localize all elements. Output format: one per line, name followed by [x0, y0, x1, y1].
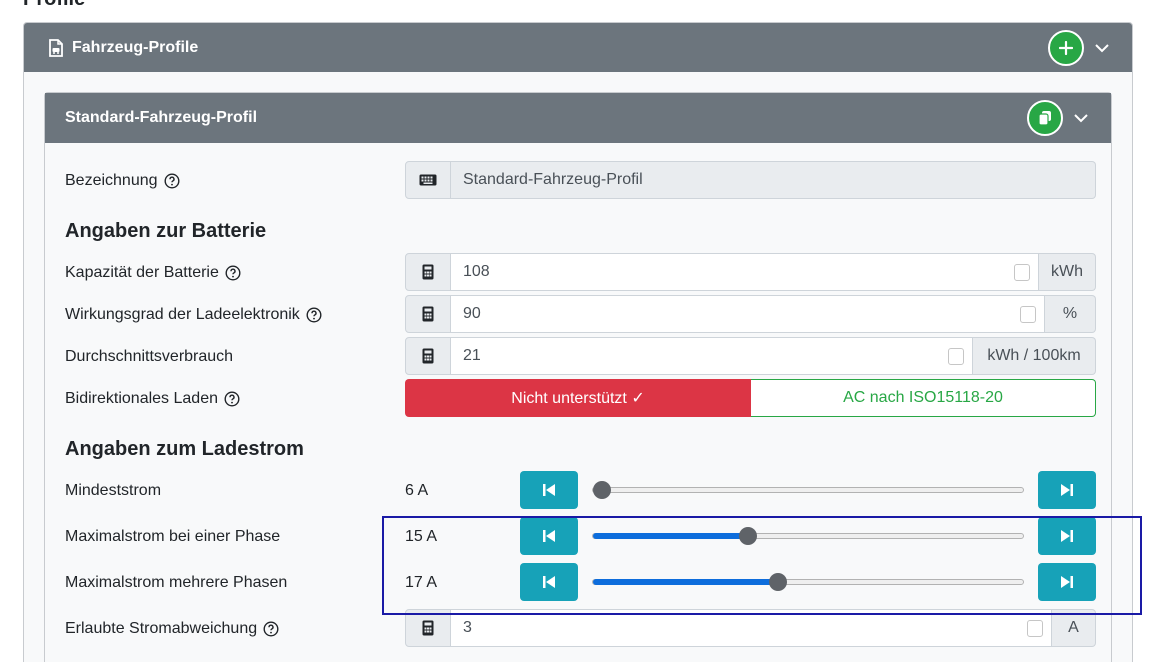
efficiency-spinner[interactable] [1020, 306, 1036, 323]
min-current-label: Mindeststrom [65, 482, 161, 500]
min-current-slider-thumb[interactable] [593, 481, 611, 499]
max-multi-decrease-button[interactable] [520, 563, 578, 601]
capacity-field[interactable]: 108 [451, 253, 1039, 291]
consumption-field[interactable]: 21 [451, 337, 973, 375]
calculator-icon [405, 295, 451, 333]
name-field[interactable]: Standard-Fahrzeug-Profil [451, 161, 1096, 199]
question-circle-icon[interactable] [225, 265, 241, 281]
capacity-input-group: 108 kWh [405, 253, 1096, 291]
page-title: Profile [23, 0, 85, 11]
deviation-spinner[interactable] [1027, 620, 1043, 637]
efficiency-label: Wirkungsgrad der Ladeelektronik [65, 306, 322, 324]
min-current-label-text: Mindeststrom [65, 482, 162, 499]
min-current-value: 6 A [405, 482, 429, 499]
efficiency-unit: % [1045, 295, 1096, 333]
deviation-field[interactable]: 3 [451, 609, 1052, 647]
max-single-label: Maximalstrom bei einer Phase [65, 528, 280, 546]
calculator-icon [405, 337, 451, 375]
name-input-group: Standard-Fahrzeug-Profil [405, 161, 1096, 199]
bidi-label-text: Bidirektionales Laden [65, 390, 218, 407]
chevron-down-icon[interactable] [1073, 110, 1089, 126]
vehicle-profiles-card: Fahrzeug-Profile Standard-Fahrzeug-Profi… [23, 22, 1133, 662]
efficiency-label-text: Wirkungsgrad der Ladeelektronik [65, 306, 300, 323]
consumption-label: Durchschnittsverbrauch [65, 348, 233, 366]
vehicle-profiles-header[interactable]: Fahrzeug-Profile [24, 23, 1132, 72]
max-multi-slider-thumb[interactable] [768, 573, 787, 591]
standard-profile-card: Standard-Fahrzeug-Profil Bezeichnung Sta… [44, 92, 1112, 662]
standard-profile-header[interactable]: Standard-Fahrzeug-Profil [45, 93, 1111, 143]
max-single-increase-button[interactable] [1038, 517, 1096, 555]
question-circle-icon[interactable] [306, 307, 322, 323]
skip-backward-icon [543, 576, 555, 588]
question-circle-icon[interactable] [224, 391, 240, 407]
capacity-spinner[interactable] [1014, 264, 1030, 281]
name-label: Bezeichnung [65, 172, 180, 190]
bidi-label: Bidirektionales Laden [65, 390, 240, 408]
bidi-toggle-group: Nicht unterstützt ✓ AC nach ISO15118-20 [405, 379, 1096, 417]
add-profile-button[interactable] [1048, 30, 1084, 66]
deviation-input-group: 3 A [405, 609, 1096, 647]
calculator-icon [405, 253, 451, 291]
chevron-down-icon[interactable] [1094, 40, 1110, 56]
keyboard-icon [405, 161, 451, 199]
bidi-option-ac-iso15118[interactable]: AC nach ISO15118-20 [751, 379, 1096, 417]
file-car-icon [48, 38, 64, 57]
min-current-decrease-button[interactable] [520, 471, 578, 509]
min-current-slider[interactable] [592, 481, 1024, 499]
max-single-slider[interactable] [592, 527, 1024, 545]
min-current-increase-button[interactable] [1038, 471, 1096, 509]
deviation-unit: A [1052, 609, 1096, 647]
max-single-decrease-button[interactable] [520, 517, 578, 555]
question-circle-icon[interactable] [263, 621, 279, 637]
name-label-text: Bezeichnung [65, 172, 158, 189]
calculator-icon [405, 609, 451, 647]
max-multi-increase-button[interactable] [1038, 563, 1096, 601]
plus-icon [1059, 41, 1073, 55]
efficiency-value: 90 [463, 305, 481, 322]
efficiency-input-group: 90 % [405, 295, 1096, 333]
copy-profile-button[interactable] [1027, 100, 1063, 136]
capacity-value: 108 [463, 263, 490, 280]
skip-forward-icon [1061, 576, 1073, 588]
skip-backward-icon [543, 484, 555, 496]
consumption-unit: kWh / 100km [973, 337, 1096, 375]
deviation-label-text: Erlaubte Stromabweichung [65, 620, 258, 637]
max-multi-label: Maximalstrom mehrere Phasen [65, 574, 287, 592]
max-single-value: 15 A [405, 528, 438, 545]
max-single-slider-fill [593, 533, 748, 539]
battery-section-title: Angaben zur Batterie [65, 220, 267, 242]
current-section-title: Angaben zum Ladestrom [65, 438, 304, 460]
consumption-label-text: Durchschnittsverbrauch [65, 348, 234, 365]
max-single-slider-thumb[interactable] [738, 527, 757, 545]
efficiency-field[interactable]: 90 [451, 295, 1045, 333]
max-multi-slider-fill [593, 579, 778, 585]
max-single-label-text: Maximalstrom bei einer Phase [65, 528, 281, 545]
max-multi-label-text: Maximalstrom mehrere Phasen [65, 574, 288, 591]
bidi-option-not-supported[interactable]: Nicht unterstützt ✓ [405, 379, 751, 417]
capacity-label: Kapazität der Batterie [65, 264, 241, 282]
capacity-label-text: Kapazität der Batterie [65, 264, 219, 281]
skip-forward-icon [1061, 484, 1073, 496]
skip-forward-icon [1061, 530, 1073, 542]
deviation-label: Erlaubte Stromabweichung [65, 620, 279, 638]
max-multi-slider[interactable] [592, 573, 1024, 591]
deviation-value: 3 [463, 619, 472, 636]
vehicle-profiles-title: Fahrzeug-Profile [72, 38, 199, 56]
consumption-spinner[interactable] [948, 348, 964, 365]
copy-icon [1038, 111, 1051, 126]
standard-profile-title: Standard-Fahrzeug-Profil [65, 109, 258, 126]
max-multi-value: 17 A [405, 574, 438, 591]
skip-backward-icon [543, 530, 555, 542]
capacity-unit: kWh [1039, 253, 1096, 291]
question-circle-icon[interactable] [164, 173, 180, 189]
consumption-input-group: 21 kWh / 100km [405, 337, 1096, 375]
consumption-value: 21 [463, 347, 481, 364]
